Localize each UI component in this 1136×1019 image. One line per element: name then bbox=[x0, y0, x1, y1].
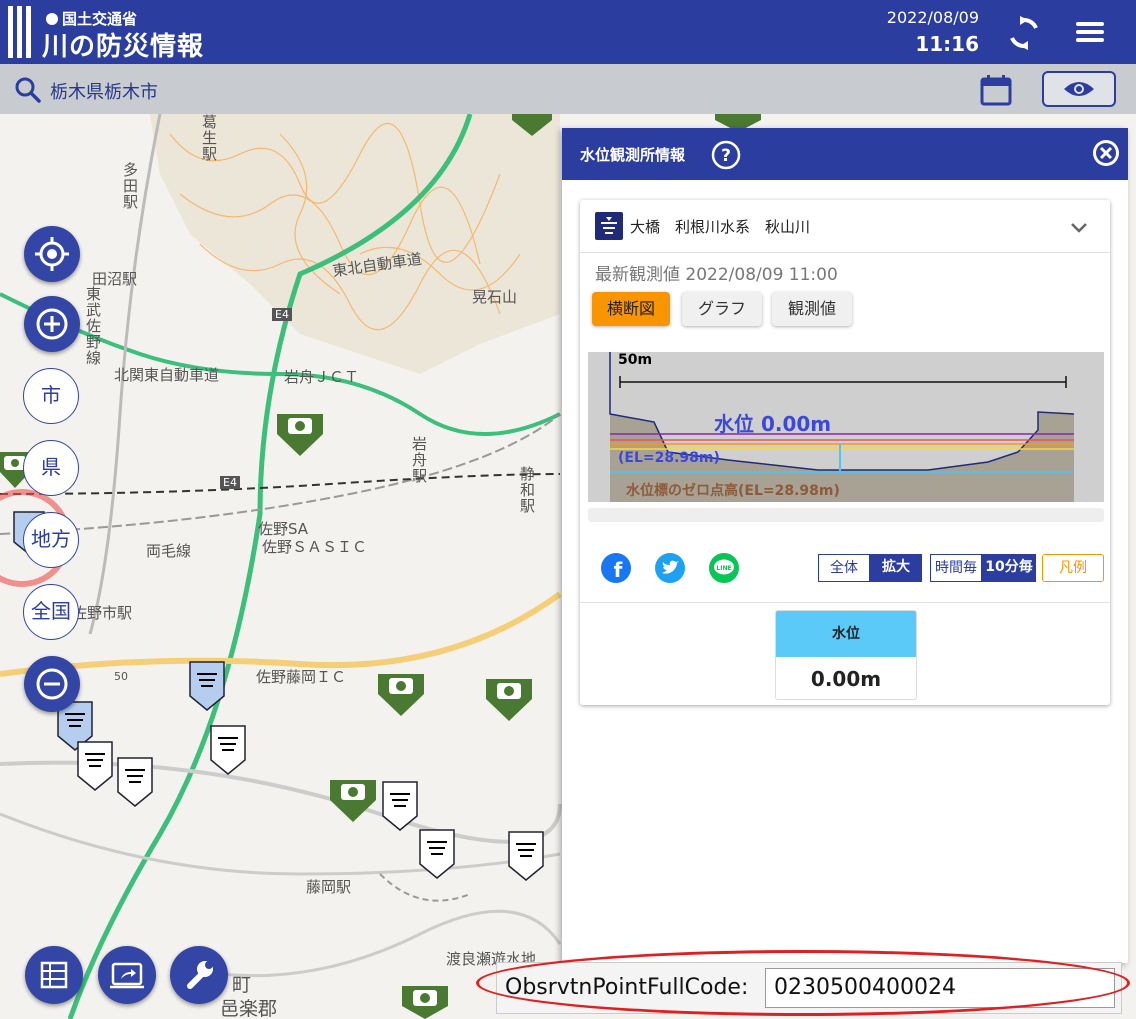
eye-icon bbox=[1064, 82, 1094, 96]
camera-marker[interactable] bbox=[378, 674, 424, 716]
settings-button[interactable] bbox=[170, 946, 228, 1004]
station-info-panel: 水位観測所情報 ? 大橋 利根川水系 秋山川 最新観測値 2022/08/09 … bbox=[562, 128, 1128, 963]
cross-section-scrollbar[interactable] bbox=[588, 508, 1104, 522]
facebook-icon[interactable]: f bbox=[600, 552, 632, 584]
zoom-in-button[interactable] bbox=[24, 296, 80, 352]
map-label: 北関東自動車道 bbox=[114, 366, 220, 384]
svg-text:f: f bbox=[614, 558, 623, 582]
map-label: 葛生駅 bbox=[202, 114, 218, 163]
logo-bars-icon bbox=[8, 6, 32, 58]
minus-icon bbox=[36, 668, 68, 700]
header-date: 2022/08/09 bbox=[886, 8, 979, 27]
share-screen-button[interactable] bbox=[98, 946, 156, 1004]
app-header: 国土交通省 川の防災情報 2022/08/09 11:16 bbox=[0, 0, 1136, 64]
scale-region-button[interactable]: 地方 bbox=[23, 512, 79, 568]
panel-title: 水位観測所情報 bbox=[580, 146, 686, 164]
latest-observation-time: 最新観測値 2022/08/09 11:00 bbox=[595, 265, 838, 285]
cross-section-elevation: (EL=28.98m) bbox=[618, 450, 720, 466]
twitter-icon[interactable] bbox=[654, 552, 686, 584]
refresh-icon[interactable] bbox=[1005, 14, 1043, 52]
help-icon[interactable]: ? bbox=[710, 139, 742, 171]
map-label: 50 bbox=[114, 670, 128, 683]
search-icon[interactable] bbox=[14, 76, 42, 104]
camera-marker[interactable] bbox=[402, 986, 448, 1019]
map-label: 藤岡駅 bbox=[306, 878, 352, 896]
chevron-down-icon[interactable] bbox=[1068, 216, 1090, 238]
svg-text:LINE: LINE bbox=[716, 565, 731, 572]
map-label: E4 bbox=[272, 308, 292, 321]
map-label: 両毛線 bbox=[146, 542, 192, 560]
view-zoom-toggle[interactable]: 拡大 bbox=[870, 554, 922, 582]
map-label: E4 bbox=[220, 476, 240, 489]
ministry-logo-icon bbox=[46, 13, 58, 25]
list-button[interactable] bbox=[25, 946, 83, 1004]
tab-graph[interactable]: グラフ bbox=[682, 292, 762, 326]
map-label: 邑楽郡 bbox=[220, 998, 278, 1019]
app-title: 川の防災情報 bbox=[42, 32, 205, 62]
visibility-button[interactable] bbox=[1042, 71, 1116, 107]
header-time: 11:16 bbox=[915, 32, 979, 56]
map-label: 佐野市駅 bbox=[72, 604, 133, 622]
scale-nation-button[interactable]: 全国 bbox=[23, 584, 79, 640]
station-name: 大橋 利根川水系 秋山川 bbox=[630, 218, 811, 236]
hamburger-menu-icon[interactable] bbox=[1070, 18, 1110, 48]
interval-hourly-toggle[interactable]: 時間毎 bbox=[930, 554, 982, 582]
cross-section-water-level: 水位 0.00m bbox=[714, 412, 832, 436]
tab-cross-section[interactable]: 横断図 bbox=[592, 292, 670, 326]
water-level-marker[interactable] bbox=[77, 741, 113, 791]
calendar-icon[interactable] bbox=[978, 72, 1014, 108]
water-level-table: 水位 0.00m bbox=[775, 610, 917, 700]
water-level-table-header: 水位 bbox=[776, 611, 916, 657]
highlight-ellipse bbox=[476, 950, 1130, 1016]
plus-icon bbox=[36, 308, 68, 340]
map-label: 岩舟ＪＣＴ bbox=[284, 368, 360, 386]
camera-marker[interactable] bbox=[486, 679, 532, 721]
cross-section-zero-point: 水位標のゼロ点高(EL=28.98m) bbox=[626, 483, 840, 499]
station-header[interactable]: 大橋 利根川水系 秋山川 bbox=[580, 200, 1110, 253]
list-icon bbox=[40, 961, 68, 989]
wrench-icon bbox=[187, 961, 213, 989]
zoom-out-button[interactable] bbox=[24, 656, 80, 712]
crosshair-icon bbox=[35, 237, 69, 271]
scale-prefecture-button[interactable]: 県 bbox=[23, 440, 79, 496]
water-level-marker[interactable] bbox=[210, 725, 246, 775]
map-label: 多田駅 bbox=[123, 161, 139, 211]
map-label: 静和駅 bbox=[520, 465, 536, 515]
view-all-toggle[interactable]: 全体 bbox=[818, 554, 870, 582]
interval-10min-toggle[interactable]: 10分毎 bbox=[982, 554, 1036, 582]
divider bbox=[580, 602, 1110, 603]
station-card: 大橋 利根川水系 秋山川 最新観測値 2022/08/09 11:00 横断図 … bbox=[580, 200, 1110, 705]
tab-observations[interactable]: 観測値 bbox=[772, 292, 852, 326]
map-label: 佐野ＳＡＳＩＣ bbox=[262, 538, 368, 556]
water-level-marker[interactable] bbox=[117, 757, 153, 807]
cross-section-scale: 50m bbox=[618, 352, 653, 368]
map-label: 岩舟駅 bbox=[412, 435, 428, 485]
water-level-station-icon bbox=[595, 212, 623, 240]
water-level-marker[interactable] bbox=[508, 831, 544, 881]
water-level-table-value: 0.00m bbox=[810, 667, 882, 691]
scale-city-button[interactable]: 市 bbox=[23, 368, 79, 424]
svg-text:?: ? bbox=[721, 146, 731, 166]
current-location-button[interactable] bbox=[24, 226, 80, 282]
close-icon[interactable] bbox=[1090, 137, 1122, 169]
screen-share-icon bbox=[110, 962, 144, 989]
legend-button[interactable]: 凡例 bbox=[1042, 554, 1104, 582]
panel-header: 水位観測所情報 ? bbox=[562, 128, 1128, 180]
map-label: 東武佐野線 bbox=[86, 285, 102, 367]
map-label: 町 bbox=[232, 974, 252, 996]
camera-marker[interactable] bbox=[277, 414, 323, 456]
search-location[interactable]: 栃木県栃木市 bbox=[50, 78, 158, 104]
line-icon[interactable]: LINE bbox=[708, 552, 740, 584]
map-label: 佐野藤岡ＩＣ bbox=[256, 668, 347, 686]
camera-marker[interactable] bbox=[330, 780, 376, 822]
map-label: 晃石山 bbox=[472, 288, 518, 306]
cross-section-diagram: 50m 水位 0.00m (EL=28.98m) 水位標のゼロ点高(EL=28.… bbox=[588, 352, 1104, 502]
search-bar: 栃木県栃木市 bbox=[0, 64, 1136, 114]
